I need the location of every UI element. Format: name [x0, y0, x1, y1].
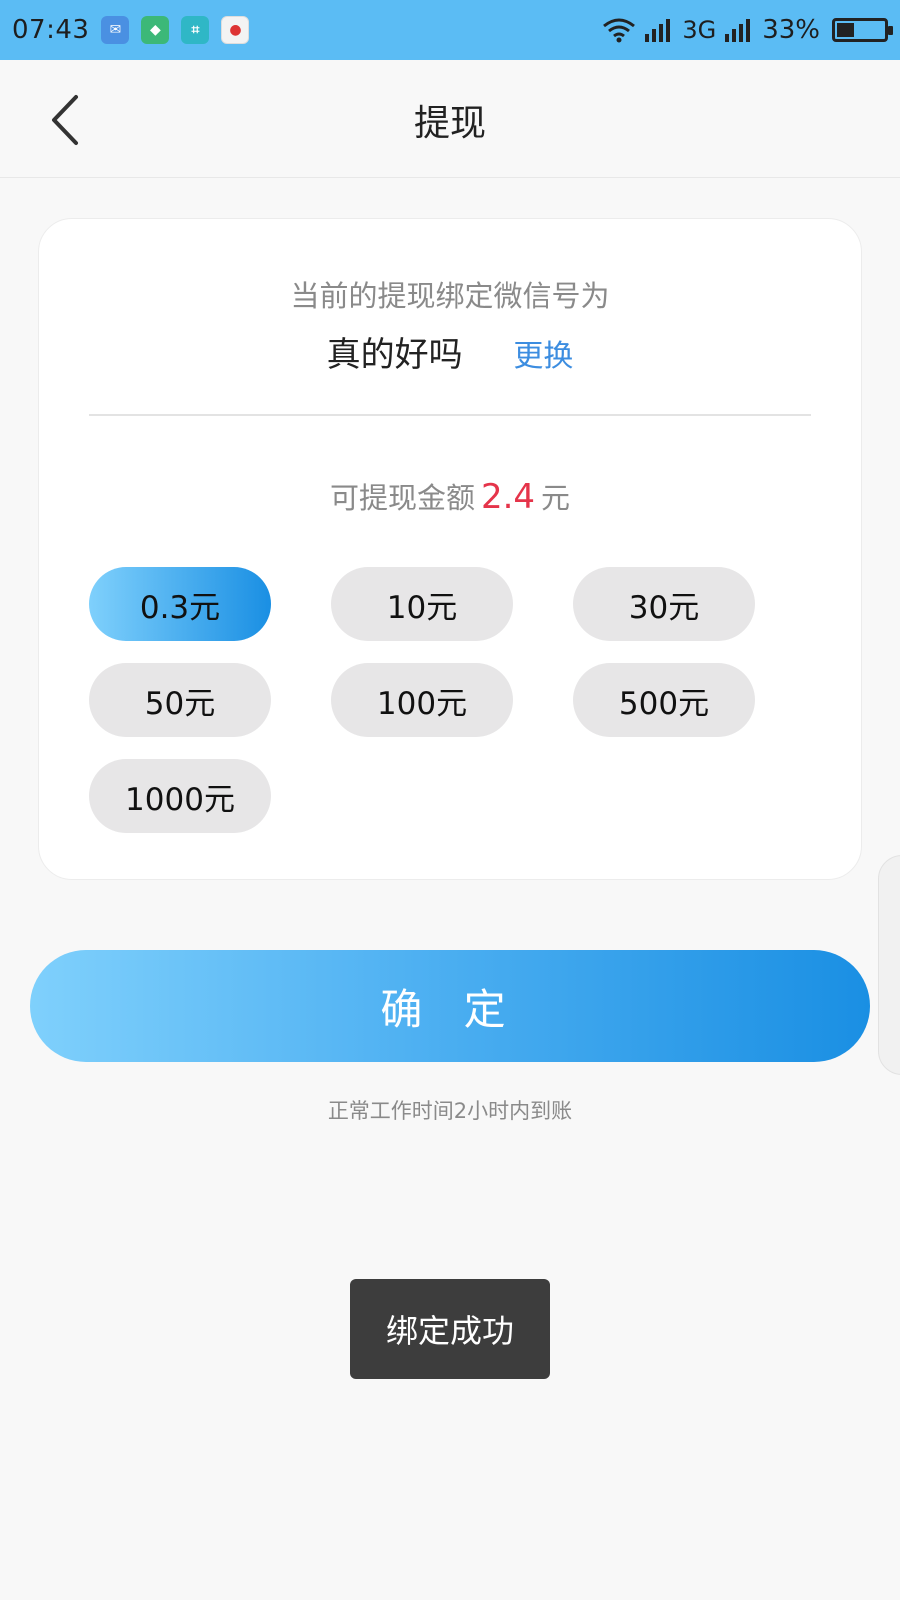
amount-option[interactable]: 100元: [331, 663, 513, 737]
divider: [89, 414, 811, 416]
confirm-button[interactable]: 确 定: [30, 950, 870, 1062]
battery-percent: 33%: [762, 15, 820, 45]
amount-option[interactable]: 30元: [573, 567, 755, 641]
app-icon: ●: [221, 16, 250, 44]
balance-unit: 元: [541, 481, 571, 515]
amount-option[interactable]: 1000元: [89, 759, 271, 833]
balance-value: 2.4: [480, 477, 536, 517]
amount-option[interactable]: 10元: [331, 567, 513, 641]
amount-option[interactable]: 50元: [89, 663, 271, 737]
status-bar: 07:43 ✉ ◆ ⌗ ● 3G 33%: [0, 0, 900, 60]
shield-icon: ◆: [141, 16, 170, 44]
status-time: 07:43: [12, 15, 90, 45]
balance-row: 可提现金额 2.4 元: [39, 475, 861, 517]
scan-icon: ⌗: [181, 16, 210, 44]
bind-caption: 当前的提现绑定微信号为: [290, 279, 610, 313]
account-row: 真的好吗 更换: [39, 327, 861, 376]
header: 提现: [0, 60, 900, 178]
withdraw-card: 当前的提现绑定微信号为 真的好吗 更换 可提现金额 2.4 元 0.3元 10元 3…: [38, 218, 862, 880]
toast-message: 绑定成功: [350, 1279, 550, 1379]
amount-option[interactable]: 500元: [573, 663, 755, 737]
battery-icon: [832, 18, 893, 42]
amount-options: 0.3元 10元 30元 50元 100元 500元 1000元: [89, 567, 769, 833]
signal-icon-2: [725, 19, 751, 42]
balance-label: 可提现金额: [329, 481, 475, 515]
change-account-link[interactable]: 更换: [513, 339, 573, 374]
status-indicators: 3G 33%: [602, 15, 893, 45]
wifi-icon: [603, 18, 636, 43]
amount-option[interactable]: 0.3元: [89, 567, 271, 641]
network-type: 3G: [682, 16, 717, 44]
signal-icon: [645, 19, 671, 42]
arrival-hint: 正常工作时间2小时内到账: [327, 1099, 573, 1123]
wechat-icon: ✉: [101, 16, 130, 44]
page-title: 提现: [413, 103, 486, 144]
account-name: 真的好吗: [326, 335, 463, 375]
side-handle[interactable]: [878, 855, 900, 1075]
battery-fill: [837, 23, 854, 37]
